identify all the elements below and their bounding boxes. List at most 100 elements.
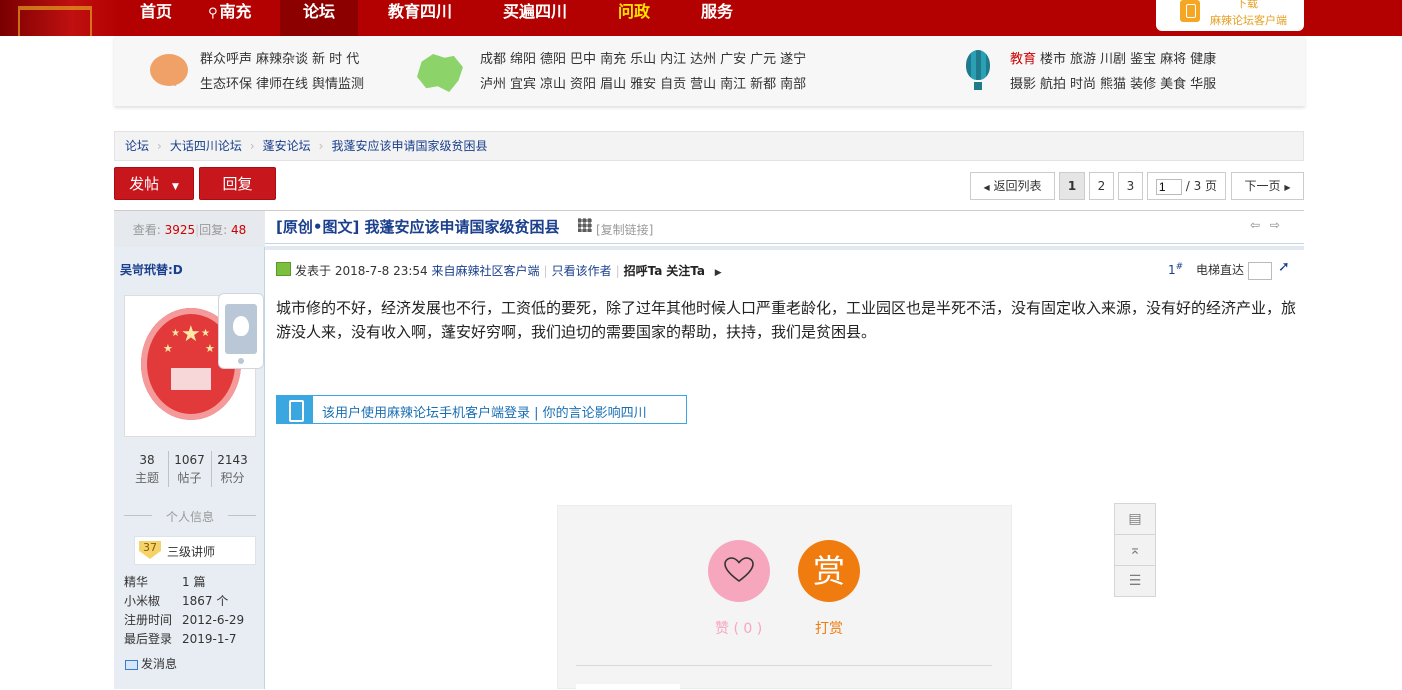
cat-link[interactable]: 旅游	[1070, 52, 1096, 67]
cat-link[interactable]: 新都	[750, 77, 776, 92]
cat-link[interactable]: 麻辣杂谈	[256, 52, 308, 67]
cat-link[interactable]: 装修	[1130, 77, 1156, 92]
cat-link[interactable]: 南充	[600, 52, 626, 67]
cat-link[interactable]: 达州	[690, 52, 716, 67]
cat-link[interactable]: 营山	[690, 77, 716, 92]
elevator-go-icon[interactable]: ➚	[1278, 259, 1290, 275]
cat-link[interactable]: 美食	[1160, 77, 1186, 92]
prev-thread-icon[interactable]: ⇦	[1250, 218, 1260, 232]
cat-link[interactable]: 楼市	[1040, 52, 1066, 67]
catgroup3-row1: 教育 楼市 旅游 川剧 鉴宝 麻将 健康	[1010, 48, 1220, 67]
send-message-link[interactable]: 发消息	[125, 655, 177, 672]
breadcrumb-dahua-sichuan[interactable]: 大话四川论坛	[170, 139, 242, 153]
cat-link[interactable]: 眉山	[600, 77, 626, 92]
cat-link[interactable]: 乐山	[630, 52, 656, 67]
follow-link[interactable]: 关注Ta	[666, 264, 705, 278]
copy-link[interactable]: [复制链接]	[596, 221, 653, 238]
nav-nanchong[interactable]: ⚲ 南充	[208, 0, 252, 36]
cat-link[interactable]: 广安	[720, 52, 746, 67]
cat-link[interactable]: 绵阳	[510, 52, 536, 67]
next-page-button[interactable]: 下一页 ▶	[1231, 172, 1304, 200]
cat-link[interactable]: 生态环保	[200, 77, 252, 92]
like-button[interactable]	[708, 540, 770, 602]
cat-link[interactable]: 鉴宝	[1130, 52, 1156, 67]
qr-code-icon[interactable]	[578, 218, 592, 232]
cat-link[interactable]: 南江	[720, 77, 746, 92]
next-thread-icon[interactable]: ⇨	[1270, 218, 1280, 232]
back-to-list-button[interactable]: ◀ 返回列表	[970, 172, 1055, 200]
cat-link[interactable]: 宜宾	[510, 77, 536, 92]
page-1[interactable]: 1	[1059, 172, 1085, 200]
breadcrumb-current[interactable]: 我蓬安应该申请国家级贫困县	[331, 139, 487, 153]
posts-stat[interactable]: 1067 帖子	[168, 451, 210, 487]
more-arrow-icon[interactable]: ▶	[715, 268, 722, 278]
cat-link[interactable]: 健康	[1190, 52, 1216, 67]
catgroup1-row2: 生态环保 律师在线 舆情监测	[200, 73, 368, 92]
cat-link[interactable]: 凉山	[540, 77, 566, 92]
mobile-client-notice[interactable]: 该用户使用麻辣论坛手机客户端登录 | 你的言论影响四川	[276, 395, 687, 424]
cat-link[interactable]: 成都	[480, 52, 506, 67]
nav-service[interactable]: 服务	[701, 0, 733, 36]
reply-button[interactable]: 回复	[199, 167, 276, 200]
info-key: 注册时间	[124, 613, 173, 627]
author-name[interactable]: 吴岢玳替:D	[120, 261, 183, 278]
cat-link[interactable]: 南部	[780, 77, 806, 92]
cat-link[interactable]: 麻将	[1160, 52, 1186, 67]
page-3[interactable]: 3	[1118, 172, 1143, 200]
nav-wenzheng[interactable]: 问政	[618, 0, 650, 36]
info-value: 2012-6-29	[182, 613, 245, 627]
apple-phone-badge-icon[interactable]	[218, 293, 264, 369]
arrow-left-icon: ◀	[983, 183, 990, 192]
breadcrumb-pengan[interactable]: 蓬安论坛	[263, 139, 311, 153]
cat-link[interactable]: 律师在线	[256, 77, 308, 92]
nav-shopping[interactable]: 买遍四川	[503, 0, 567, 36]
topics-stat[interactable]: 38 主题	[126, 451, 168, 487]
cat-link[interactable]: 遂宁	[780, 52, 806, 67]
back-to-list-label: 返回列表	[993, 179, 1042, 193]
page-2[interactable]: 2	[1089, 172, 1114, 200]
nav-home[interactable]: 首页	[140, 0, 172, 36]
breadcrumb-forum[interactable]: 论坛	[125, 139, 149, 153]
cat-link[interactable]: 泸州	[480, 77, 506, 92]
nav-forum[interactable]: 论坛	[280, 0, 358, 36]
cat-link[interactable]: 资阳	[570, 77, 596, 92]
topics-count: 38	[139, 453, 155, 467]
cat-link[interactable]: 巴中	[570, 52, 596, 67]
cat-link[interactable]: 群众呼声	[200, 52, 252, 67]
page-jump-input[interactable]	[1155, 178, 1182, 195]
quick-reply-icon[interactable]: ▤	[1115, 504, 1155, 535]
like-label: 赞 ( 0 )	[715, 621, 763, 637]
greet-link[interactable]: 招呼Ta	[624, 264, 663, 278]
cat-link[interactable]: 自贡	[660, 77, 686, 92]
info-value: 2019-1-7	[182, 632, 237, 646]
cat-link[interactable]: 雅安	[630, 77, 656, 92]
cat-link[interactable]: 华服	[1190, 77, 1216, 92]
cat-link[interactable]: 川剧	[1100, 52, 1126, 67]
tip-button[interactable]: 赏	[798, 540, 860, 602]
nav-nanchong-label: 南充	[219, 2, 252, 21]
cat-link[interactable]: 教育	[1010, 52, 1036, 67]
cat-link[interactable]: 广元	[750, 52, 776, 67]
cat-link[interactable]: 摄影	[1010, 77, 1036, 92]
catgroup1-row1: 群众呼声 麻辣杂谈新 时 代	[200, 48, 363, 67]
floor-number[interactable]: 1#	[1168, 262, 1183, 277]
nav-education[interactable]: 教育四川	[388, 0, 452, 36]
cat-link[interactable]: 时尚	[1070, 77, 1096, 92]
download-app-box[interactable]: 下载 麻辣论坛客户端	[1156, 0, 1304, 31]
cat-link[interactable]: 德阳	[540, 52, 566, 67]
cat-link[interactable]: 航拍	[1040, 77, 1066, 92]
cat-link[interactable]: 舆情监测	[312, 77, 364, 92]
points-stat[interactable]: 2143 积分	[211, 451, 253, 487]
elevator-input[interactable]	[1248, 261, 1273, 280]
meta-separator: |	[543, 264, 548, 278]
cat-link[interactable]: 新 时 代	[312, 52, 359, 67]
list-icon[interactable]: ☰	[1115, 566, 1155, 597]
post-source-link[interactable]: 来自麻辣社区客户端	[432, 264, 540, 278]
back-to-top-icon[interactable]: ⌅	[1115, 535, 1155, 566]
only-author-link[interactable]: 只看该作者	[552, 264, 612, 278]
cat-link[interactable]: 熊猫	[1100, 77, 1126, 92]
info-row: 小米椒 1867 个	[124, 592, 228, 609]
post-button[interactable]: 发帖 ▼	[114, 167, 194, 200]
cat-link[interactable]: 内江	[660, 52, 686, 67]
catgroup2-row2: 泸州 宜宾 凉山 资阳 眉山 雅安 自贡 营山 南江 新都 南部	[480, 73, 810, 92]
